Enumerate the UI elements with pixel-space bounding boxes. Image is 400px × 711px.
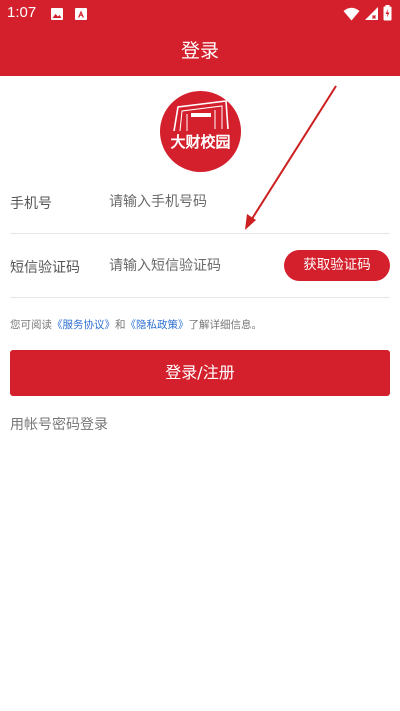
signal-icon [364, 6, 379, 25]
privacy-policy-link[interactable]: 《隐私政策》 [126, 319, 189, 331]
image-icon [50, 6, 64, 25]
phone-row: 手机号 [10, 192, 390, 214]
code-label: 短信验证码 [10, 260, 80, 276]
phone-input[interactable] [109, 194, 289, 210]
battery-icon [383, 5, 392, 25]
code-input[interactable] [109, 258, 289, 274]
login-register-button[interactable]: 登录/注册 [10, 350, 390, 396]
agreement-connector: 和 [115, 319, 126, 331]
page-title: 登录 [180, 40, 219, 62]
text-icon [74, 6, 88, 25]
status-time: 1:07 [7, 4, 37, 21]
agreement-text: 您可阅读《服务协议》和《隐私政策》了解详细信息。 [10, 317, 262, 332]
get-code-button[interactable]: 获取验证码 [284, 250, 390, 281]
phone-label: 手机号 [10, 196, 52, 212]
password-login-link[interactable]: 用帐号密码登录 [10, 414, 108, 434]
status-system-icons [343, 5, 392, 25]
wifi-icon [343, 6, 360, 25]
status-bar: 1:07 [0, 0, 400, 28]
agreement-suffix: 了解详细信息。 [188, 319, 263, 331]
header-bar: 登录 [0, 28, 400, 76]
logo-text: 大财校园 [170, 133, 231, 151]
app-logo: 大财校园 [160, 91, 241, 172]
agreement-prefix: 您可阅读 [10, 319, 52, 331]
divider [10, 233, 390, 234]
divider [10, 297, 390, 298]
status-notification-icons [50, 6, 88, 25]
service-agreement-link[interactable]: 《服务协议》 [52, 319, 115, 331]
